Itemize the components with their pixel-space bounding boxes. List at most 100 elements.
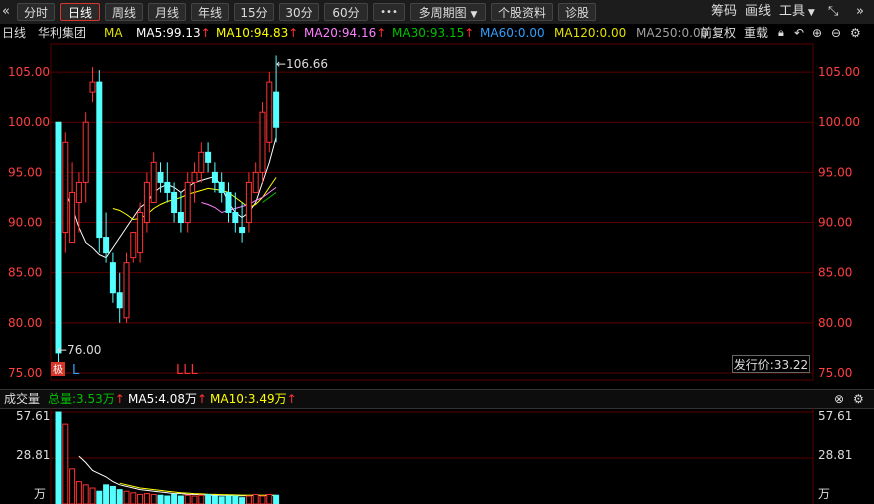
zoom-in-icon[interactable]: ⊕	[812, 24, 822, 42]
candle-body	[96, 81, 103, 239]
volume-bar	[218, 496, 225, 504]
tab-weekly[interactable]: 周线	[105, 3, 143, 21]
price-tick-left: 100.00	[8, 115, 50, 129]
diagnose-button[interactable]: 诊股	[558, 3, 596, 21]
price-tick-right: 80.00	[818, 316, 852, 330]
chevron-down-icon: ▼	[470, 10, 478, 20]
candle-body	[211, 171, 218, 183]
event-marker-l[interactable]: L	[72, 363, 80, 378]
settings-gear-icon[interactable]: ⚙	[850, 24, 861, 42]
volume-bar	[150, 493, 157, 504]
volume-bar	[137, 493, 144, 504]
candle-body	[75, 181, 82, 203]
close-icon[interactable]: ⊗	[834, 390, 844, 408]
volume-bar	[62, 423, 69, 504]
candle-body	[55, 121, 62, 354]
price-chart[interactable]: 105.00 100.00 95.00 90.00 85.00 80.00 75.00 10…	[0, 42, 874, 388]
volume-ma10: MA10:3.49万↑	[210, 392, 297, 406]
volume-bar	[116, 489, 123, 504]
volume-bar	[245, 495, 252, 504]
ma30-value: MA30:93.15↑	[392, 26, 475, 40]
candle-body	[89, 81, 96, 93]
candle-body	[177, 212, 184, 224]
volume-bar	[157, 494, 164, 504]
more-button[interactable]: •••	[373, 3, 405, 21]
ma-label[interactable]: MA	[104, 24, 123, 42]
volume-chart[interactable]: 57.61 28.81 万 57.61 28.81 万	[0, 408, 874, 504]
candle-body	[69, 191, 76, 244]
price-tick-left: 95.00	[8, 165, 42, 179]
volume-bar	[205, 493, 212, 504]
tab-15min[interactable]: 15分	[234, 3, 274, 21]
volume-bar	[143, 493, 150, 504]
draw-line-button[interactable]: 画线	[745, 3, 771, 21]
volume-bar	[69, 468, 76, 504]
reload-button[interactable]: 重载	[744, 24, 768, 42]
volume-bar	[103, 484, 110, 504]
volume-grid	[51, 411, 813, 459]
multi-period-dropdown[interactable]: 多周期图 ▼	[410, 3, 486, 21]
ma10-value: MA10:94.83↑	[216, 26, 299, 40]
zoom-out-icon[interactable]: ⊖	[831, 24, 841, 42]
volume-bar	[164, 495, 171, 504]
volume-bar	[259, 495, 266, 504]
ma-indicator-row: 日线 华利集团 MA MA5:99.13↑ MA10:94.83↑ MA20:9…	[0, 24, 874, 42]
tools-label: 工具	[779, 4, 806, 19]
candle-body	[191, 171, 198, 183]
event-marker-lll[interactable]: LLL	[176, 363, 198, 378]
undo-icon[interactable]: ↶	[794, 24, 804, 42]
candle-body	[103, 237, 110, 254]
tab-daily[interactable]: 日线	[60, 3, 100, 21]
nav-left-button[interactable]: «	[2, 3, 10, 21]
candle-body	[232, 212, 239, 224]
tab-monthly[interactable]: 月线	[148, 3, 186, 21]
candle-body	[225, 191, 232, 214]
max-price-label: ←106.66	[276, 57, 328, 71]
adjust-button[interactable]: 前复权	[700, 24, 736, 42]
candle-body	[266, 81, 273, 143]
ma120-value: MA120:0.00	[554, 26, 627, 40]
volume-bar	[252, 493, 259, 504]
price-tick-right: 95.00	[818, 165, 852, 179]
chevron-down-icon: ▼	[805, 8, 815, 18]
volume-bar	[191, 495, 198, 504]
period-toolbar: « 分时 日线 周线 月线 年线 15分 30分 60分 ••• 多周期图 ▼ …	[0, 0, 874, 25]
tools-menu[interactable]: 工具 ▼	[779, 3, 815, 21]
right-price-axis: 105.00 100.00 95.00 90.00 85.00 80.00 75.00	[818, 65, 860, 380]
fullscreen-icon[interactable]: ⤡	[828, 3, 838, 21]
price-tick-left: 90.00	[8, 216, 42, 230]
candle-body	[150, 161, 157, 203]
ma60-value: MA60:0.00	[480, 26, 545, 40]
vol-tick-right-max: 57.61	[818, 409, 852, 423]
settings-gear-icon[interactable]: ⚙	[853, 390, 864, 408]
tab-30min[interactable]: 30分	[279, 3, 319, 21]
candle-body	[116, 292, 123, 309]
candle-body	[143, 181, 150, 224]
price-tick-right: 100.00	[818, 115, 860, 129]
candle-body	[157, 171, 164, 183]
ma20-value: MA20:94.16↑	[304, 26, 387, 40]
candle-body	[130, 232, 137, 259]
lock-icon[interactable]: 🔒︎	[778, 24, 784, 42]
candle-body	[218, 181, 225, 193]
candle-body	[205, 151, 212, 163]
chips-button[interactable]: 筹码	[711, 3, 737, 21]
price-tick-left: 85.00	[8, 266, 42, 280]
tab-intraday[interactable]: 分时	[17, 3, 55, 21]
price-tick-right: 90.00	[818, 216, 852, 230]
badge-text: 极	[53, 363, 63, 376]
volume-ma5: MA5:4.08万↑	[128, 392, 208, 406]
volume-bar	[198, 494, 205, 504]
volume-bar	[55, 411, 62, 504]
candle-body	[184, 181, 191, 224]
vol-unit-left: 万	[34, 487, 46, 501]
candle-body	[239, 227, 246, 234]
tab-60min[interactable]: 60分	[324, 3, 368, 21]
volume-bar	[171, 493, 178, 504]
candle-body	[62, 141, 69, 234]
vol-tick-left-max: 57.61	[16, 409, 50, 423]
stock-info-button[interactable]: 个股资料	[491, 3, 553, 21]
tab-yearly[interactable]: 年线	[191, 3, 229, 21]
candle-body	[164, 181, 171, 193]
nav-right-button[interactable]: »	[856, 3, 864, 21]
